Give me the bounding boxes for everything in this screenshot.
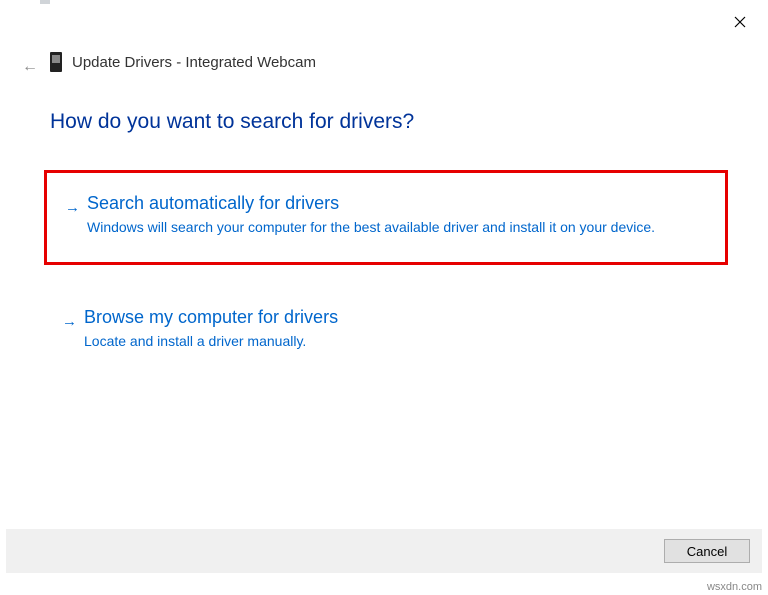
option-description: Locate and install a driver manually.	[84, 332, 710, 352]
back-button[interactable]: ←	[22, 58, 38, 76]
option-browse-computer[interactable]: → Browse my computer for drivers Locate …	[44, 287, 728, 376]
dialog-footer: Cancel	[6, 529, 762, 573]
page-heading: How do you want to search for drivers?	[50, 110, 414, 134]
close-button[interactable]	[730, 12, 750, 32]
arrow-left-icon: ←	[22, 58, 38, 75]
arrow-right-icon: →	[62, 313, 77, 330]
options-list: → Search automatically for drivers Windo…	[44, 170, 728, 397]
option-search-automatically[interactable]: → Search automatically for drivers Windo…	[44, 170, 728, 265]
option-title: Search automatically for drivers	[87, 193, 707, 214]
option-description: Windows will search your computer for th…	[87, 218, 707, 238]
option-content: Browse my computer for drivers Locate an…	[84, 307, 710, 352]
device-icon	[50, 52, 62, 72]
close-icon	[734, 16, 746, 28]
window-title-row: Update Drivers - Integrated Webcam	[50, 52, 316, 72]
option-title: Browse my computer for drivers	[84, 307, 710, 328]
option-content: Search automatically for drivers Windows…	[87, 193, 707, 238]
arrow-right-icon: →	[65, 199, 80, 216]
window-title: Update Drivers - Integrated Webcam	[72, 54, 316, 71]
cancel-button[interactable]: Cancel	[664, 539, 750, 563]
watermark: wsxdn.com	[707, 581, 762, 593]
